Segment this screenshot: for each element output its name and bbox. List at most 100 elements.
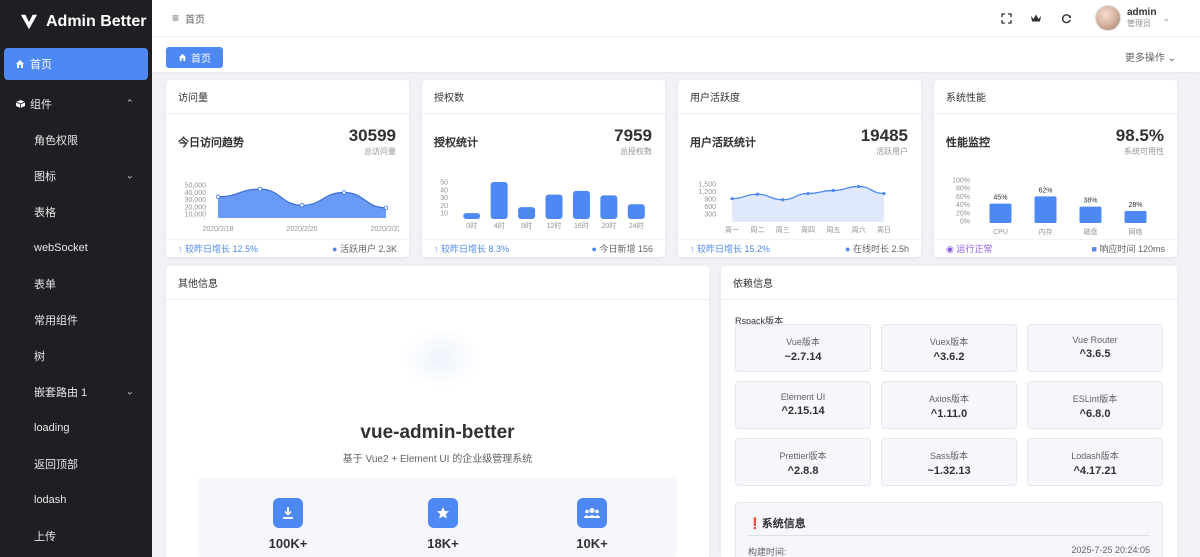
y-tick-label: 100% [952,178,970,185]
sidebar-item-label: 嵌套路由 1 [34,387,88,399]
sidebar-item-role-permission[interactable]: 角色权限 [0,122,152,158]
fullscreen-icon[interactable] [999,11,1013,25]
dep-item-eslint: ESLint版本 ^6.8.0 [1027,381,1163,429]
card-header: 用户活跃度 [678,80,921,114]
sidebar-item-icons[interactable]: 图标 ⌄ [0,158,152,194]
dep-name: Vuex版本 [929,337,969,347]
y-tick-label: 30 [440,195,448,202]
dep-name: Sass版本 [929,451,968,461]
x-tick-label: 周三 [776,226,790,234]
divider [748,535,1150,536]
dep-name: ESLint版本 [1072,394,1118,404]
download-icon [273,498,303,528]
users-icon: ● [332,244,338,254]
user-name: admin [1127,7,1157,18]
sidebar-item-home[interactable]: 首页 [4,48,148,80]
dep-version: ~1.32.13 [927,465,971,477]
data-point [383,205,389,210]
stat-value: 98.5% [1115,126,1164,145]
tab-home[interactable]: 首页 [166,47,223,68]
dep-name: Vue版本 [786,337,820,347]
refresh-icon[interactable] [1059,11,1073,25]
card-header: 系统性能 [934,80,1177,114]
user-menu[interactable]: admin 管理员 ⌄ [1095,5,1170,31]
sidebar-menu: 首页 组件 ⌃ 角色权限 图标 ⌄ 表格 webSocket 表单 常用组件 树… [0,48,152,554]
check-circle-icon: ◉ [946,244,954,254]
active-users-text: ● 活跃用户 2.3K [332,242,397,255]
x-tick-label: 内存 [1039,227,1053,236]
chevron-down-icon: ⌄ [125,170,134,182]
project-subtitle: 基于 Vue2 + Element UI 的企业级管理系统 [342,454,533,465]
more-actions-dropdown[interactable]: 更多操作 ⌄ [1125,49,1176,64]
card-header: 其他信息 [166,266,709,300]
status-label: 运行正常 [956,244,993,254]
sidebar-item-table[interactable]: 表格 [0,194,152,230]
clock-icon: ● [845,244,851,254]
dep-item-vue: Vue版本 ~2.7.14 [735,324,871,372]
info-icon: ❗ [748,518,762,530]
sidebar-item-label: lodash [34,494,67,506]
x-tick-label: 4时 [494,221,505,230]
auth-chart: 50 40 30 20 10 0时 4时 8时 12时 16时 20时 24时 [432,178,655,240]
logo[interactable]: Admin Better [0,0,152,44]
other-info-card: 其他信息 vue-admin-better 基于 Vue2 + Element … [166,266,709,557]
sidebar-item-websocket[interactable]: webSocket [0,230,152,266]
sidebar-item-label: 返回顶部 [34,459,78,471]
menu-toggle-icon[interactable]: ≡ [172,11,179,25]
x-tick-label: 2020/2/22 [370,226,399,233]
sidebar-item-label: 常用组件 [34,315,78,327]
sidebar-item-lodash[interactable]: lodash [0,482,152,518]
dep-version: ^1.11.0 [930,408,968,420]
feature-users: 10K+ [562,498,622,551]
x-tick-label: 周五 [826,226,840,234]
user-info: admin 管理员 [1127,7,1156,29]
y-tick-label: 40 [440,187,448,194]
bar [600,195,618,219]
stat-value: 7959 [614,126,652,145]
avatar[interactable] [1095,5,1121,31]
growth-text: ↑ 较昨日增长 12.5% [178,244,259,254]
dep-version: ~2.7.14 [784,351,822,363]
data-point [755,192,759,196]
system-info-title: ❗系统信息 [748,515,806,531]
x-tick-label: 12时 [547,221,562,230]
card-footer: ↑ 较昨日增长 12.5% ● 活跃用户 2.3K [166,239,409,257]
x-tick-label: 磁盘 [1084,227,1098,236]
y-tick-label: 1,500 [698,182,716,189]
crown-icon[interactable] [1029,11,1043,25]
breadcrumb[interactable]: 首页 [185,11,205,26]
card-footer: ↑ 较昨日增长 8.3% ● 今日新增 156 [422,239,665,257]
dep-version: ^4.17.21 [1073,465,1117,477]
sidebar-item-nested-route[interactable]: 嵌套路由 1 ⌄ [0,374,152,410]
monitor-icon: ■ [1091,244,1097,254]
sidebar-item-tree[interactable]: 树 [0,338,152,374]
stat-row: 今日访问趋势 30599 总访问量 [166,114,409,158]
stat-caption: 总访问量 [364,147,396,156]
dep-item-element-ui: Element UI ^2.15.14 [735,381,871,429]
bar [627,204,645,219]
response-time-text: ■ 响应时间 120ms [1092,242,1165,255]
data-label: 28% [1128,202,1142,209]
x-tick-label: 周一 [725,226,739,234]
status-text: ◉ 运行正常 [946,242,992,255]
growth-text: ↑ 较昨日增长 15.2% [690,244,771,254]
sidebar-item-form[interactable]: 表单 [0,266,152,302]
data-point [730,197,734,201]
x-tick-label: CPU [993,229,1008,236]
online-time-text: ● 在线时长 2.5h [845,242,909,255]
sidebar-item-components[interactable]: 组件 ⌃ [0,86,152,122]
sidebar-item-label: 上传 [34,531,56,543]
data-point [781,198,785,202]
y-tick-label: 10,000 [185,212,207,219]
x-tick-label: 24时 [629,221,644,230]
sidebar-item-back-to-top[interactable]: 返回顶部 [0,446,152,482]
sidebar-item-loading[interactable]: loading [0,410,152,446]
performance-chart: 100% 80% 60% 40% 20% 0% 45% CPU 62% 内存 38% 磁盘 28% 网络 [944,176,1167,240]
sidebar-item-upload[interactable]: 上传 [0,518,152,554]
activity-area-chart: 1,5001,200900600300 周一 周二 周三 周四 周五 周六 周日 [698,182,891,235]
chevron-down-icon[interactable]: ⌄ [1162,13,1170,24]
sidebar-item-common-components[interactable]: 常用组件 [0,302,152,338]
feature-value: 10K+ [576,536,608,551]
dep-version: ^3.6.5 [1079,348,1111,360]
bar [1124,210,1147,223]
